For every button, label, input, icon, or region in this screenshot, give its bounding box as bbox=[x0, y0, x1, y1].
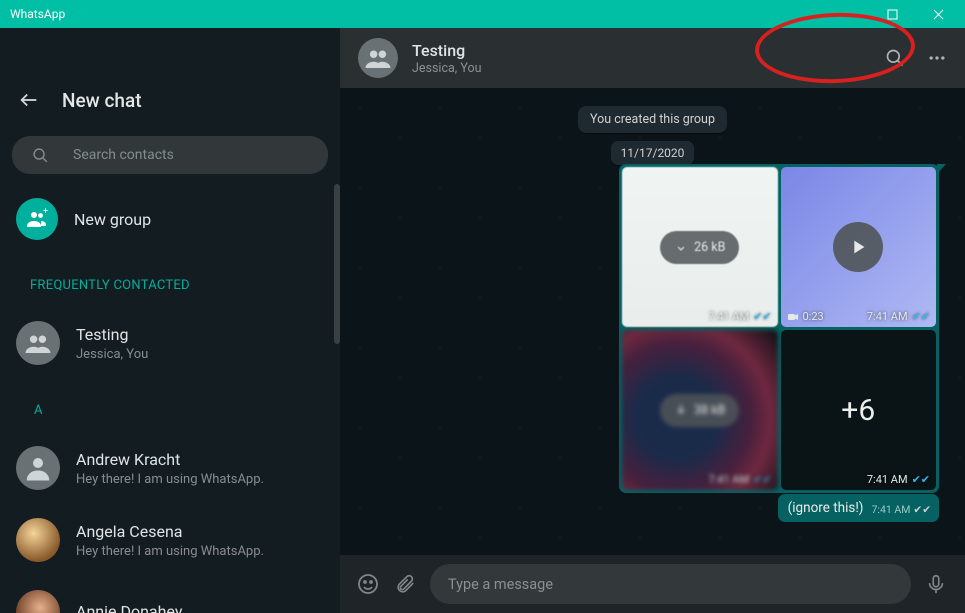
more-count: +6 bbox=[841, 393, 875, 428]
date-pill: 11/17/2020 bbox=[611, 141, 695, 165]
emoji-icon[interactable] bbox=[356, 572, 380, 596]
new-group-icon: + bbox=[16, 198, 58, 240]
read-ticks-icon: ✔✔ bbox=[913, 503, 931, 516]
contact-row[interactable]: Angela Cesena Hey there! I am using What… bbox=[0, 504, 340, 576]
new-chat-panel: New chat Search contacts + New group FRE… bbox=[0, 28, 340, 613]
media-message-bubble[interactable]: 26 kB 7:41 AM✔✔ 0:23 bbox=[619, 164, 939, 493]
message-placeholder: Type a message bbox=[448, 576, 553, 593]
back-arrow-icon[interactable] bbox=[18, 89, 40, 111]
menu-dots-icon[interactable] bbox=[927, 48, 947, 68]
chat-subtitle: Jessica, You bbox=[412, 61, 482, 76]
message-text: (ignore this!) bbox=[788, 500, 864, 516]
minimize-button[interactable] bbox=[823, 0, 869, 28]
titlebar: WhatsApp bbox=[0, 0, 965, 28]
search-contacts-input[interactable]: Search contacts bbox=[12, 136, 328, 174]
svg-text:+: + bbox=[43, 207, 48, 217]
media-tile-image[interactable]: 26 kB 7:41 AM✔✔ bbox=[622, 167, 778, 327]
search-chat-icon[interactable] bbox=[885, 48, 905, 68]
read-ticks-icon: ✔✔ bbox=[912, 310, 930, 323]
letter-section-a: A bbox=[0, 379, 340, 432]
chat-panel: Testing Jessica, You You created this gr… bbox=[340, 28, 965, 613]
contacts-scroll[interactable]: + New group FREQUENTLY CONTACTED Testing… bbox=[0, 184, 340, 613]
avatar bbox=[16, 518, 60, 562]
contact-subtitle: Jessica, You bbox=[76, 347, 148, 362]
search-placeholder: Search contacts bbox=[73, 147, 174, 163]
contact-status: Hey there! I am using WhatsApp. bbox=[76, 544, 264, 559]
app-title: WhatsApp bbox=[10, 7, 65, 21]
contact-status: Hey there! I am using WhatsApp. bbox=[76, 472, 264, 487]
contact-row-testing[interactable]: Testing Jessica, You bbox=[0, 307, 340, 379]
chat-header[interactable]: Testing Jessica, You bbox=[340, 28, 965, 88]
contact-name: Angela Cesena bbox=[76, 522, 264, 542]
frequently-contacted-label: FREQUENTLY CONTACTED bbox=[0, 254, 340, 307]
contact-row[interactable]: Annie Donahey bbox=[0, 576, 340, 613]
chat-title: Testing bbox=[412, 41, 482, 60]
search-icon bbox=[32, 147, 49, 164]
contact-name: Andrew Kracht bbox=[76, 450, 264, 470]
mic-icon[interactable] bbox=[925, 573, 947, 595]
read-ticks-icon: ✔✔ bbox=[753, 310, 771, 323]
media-tile-image[interactable]: 38 kB 7:41 AM✔✔ bbox=[622, 330, 778, 490]
download-pill[interactable]: 26 kB bbox=[660, 231, 739, 264]
default-avatar-icon bbox=[16, 446, 60, 490]
chat-body[interactable]: You created this group 11/17/2020 26 kB … bbox=[340, 88, 965, 555]
attach-icon[interactable] bbox=[394, 573, 416, 595]
panel-title: New chat bbox=[62, 89, 142, 112]
media-tile-more[interactable]: +6 7:41 AM✔✔ bbox=[781, 330, 937, 490]
play-icon[interactable] bbox=[833, 222, 883, 272]
close-button[interactable] bbox=[915, 0, 961, 28]
read-ticks-icon: ✔✔ bbox=[753, 473, 771, 486]
media-tile-video[interactable]: 0:23 7:41 AM✔✔ bbox=[781, 167, 937, 327]
outgoing-message-bubble[interactable]: (ignore this!) 7:41 AM✔✔ bbox=[778, 494, 939, 522]
read-ticks-icon: ✔✔ bbox=[912, 473, 930, 486]
avatar bbox=[16, 590, 60, 613]
contact-name: Testing bbox=[76, 325, 148, 345]
maximize-button[interactable] bbox=[869, 0, 915, 28]
download-icon bbox=[674, 403, 688, 417]
compose-bar: Type a message bbox=[340, 555, 965, 613]
download-icon bbox=[674, 240, 688, 254]
video-icon bbox=[787, 311, 799, 323]
contact-name: Annie Donahey bbox=[76, 602, 182, 613]
contact-row[interactable]: Andrew Kracht Hey there! I am using What… bbox=[0, 432, 340, 504]
message-input[interactable]: Type a message bbox=[430, 564, 911, 604]
chat-avatar-icon bbox=[358, 38, 398, 78]
new-group-row[interactable]: + New group bbox=[0, 184, 340, 254]
system-message: You created this group bbox=[578, 106, 727, 133]
download-pill[interactable]: 38 kB bbox=[660, 394, 739, 427]
window-controls bbox=[823, 0, 961, 28]
new-group-label: New group bbox=[74, 210, 151, 229]
group-avatar-icon bbox=[16, 321, 60, 365]
